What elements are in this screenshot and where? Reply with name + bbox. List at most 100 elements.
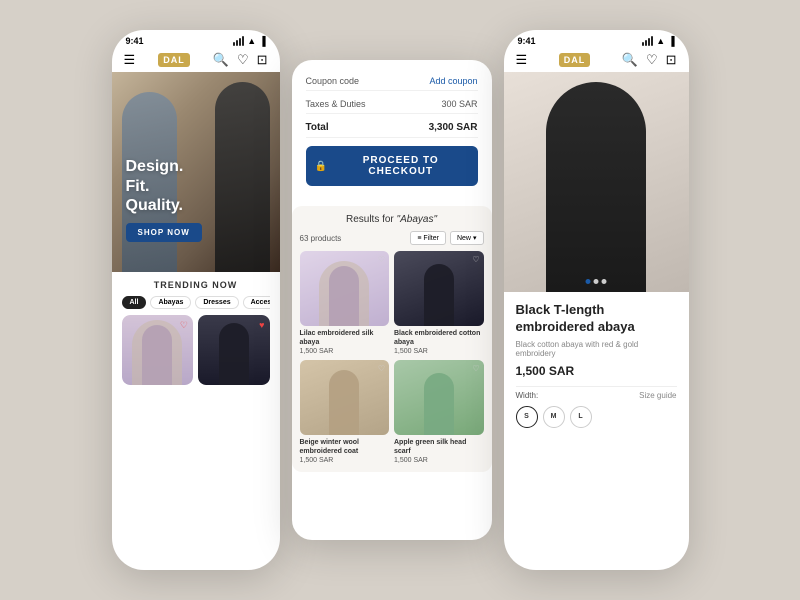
search-icon[interactable]: 🔍 [213,52,229,68]
cart-section: Coupon code Add coupon Taxes & Duties 30… [292,60,492,198]
proceed-label: PROCEED TO CHECKOUT [333,155,469,177]
scene: 9:41 ▲ ▐ ☰ DAL 🔍 ♡ ⊡ [92,10,709,590]
sort-button[interactable]: New ▾ [450,231,484,245]
dot-3[interactable] [602,279,607,284]
results-meta: 63 products ≡ Filter New ▾ [300,231,484,245]
figure-2 [424,264,454,326]
hero-image: Design. Fit. Quality. SHOP NOW [112,72,280,272]
image-dots [586,279,607,284]
product-name-2: Black embroidered cotton abaya [394,329,484,347]
filter-button[interactable]: ≡ Filter [410,231,446,245]
total-label: Total [306,122,329,133]
pill-abayas[interactable]: Abayas [150,296,191,309]
dot-2[interactable] [594,279,599,284]
figure-black [219,323,249,385]
trend-card-1[interactable]: ♡ [122,315,194,385]
nav-bar-right: ☰ DAL 🔍 ♡ ⊡ [504,48,689,72]
figure-4 [424,373,454,435]
signal-icon [233,36,244,46]
product-detail-name: Black T-length embroidered abaya [516,302,677,336]
nav-icons-right: 🔍 ♡ ⊡ [622,52,677,68]
product-card-4[interactable]: ♡ Apple green silk head scarf 1,500 SAR [394,360,484,464]
taxes-label: Taxes & Duties [306,99,366,109]
filter-pills: All Abayas Dresses Accessories [122,296,270,309]
product-card-2[interactable]: ♡ Black embroidered cotton abaya 1,500 S… [394,251,484,355]
product-price-4: 1,500 SAR [394,457,484,464]
product-detail-desc: Black cotton abaya with red & gold embro… [516,340,677,358]
divider [516,386,677,387]
battery-icon: ▐ [259,36,265,46]
filter-icon: ≡ [417,235,421,242]
taxes-value: 300 SAR [441,99,477,109]
nav-icons-left: 🔍 ♡ ⊡ [213,52,268,68]
logo-left[interactable]: DAL [158,53,190,67]
status-icons-left: ▲ ▐ [233,36,265,46]
product-card-1[interactable]: ♡ Lilac embroidered silk abaya 1,500 SAR [300,251,390,355]
trending-title: TRENDING NOW [122,280,270,290]
time-left: 9:41 [126,36,144,46]
product-img-4: ♡ [394,360,484,435]
trend-card-2[interactable]: ♥ [198,315,270,385]
taxes-row: Taxes & Duties 300 SAR [306,95,478,114]
lock-icon: 🔒 [315,161,328,172]
size-s-button[interactable]: S [516,406,538,428]
phone-left: 9:41 ▲ ▐ ☰ DAL 🔍 ♡ ⊡ [112,30,280,570]
wifi-icon-right: ▲ [656,36,665,46]
product-detail-price: 1,500 SAR [516,364,677,378]
add-coupon-link[interactable]: Add coupon [429,76,477,86]
product-hero-image [504,72,689,292]
proceed-checkout-button[interactable]: 🔒 PROCEED TO CHECKOUT [306,146,478,186]
size-m-button[interactable]: M [543,406,565,428]
status-icons-right: ▲ ▐ [642,36,674,46]
size-row: Width: Size guide [516,391,677,400]
bag-icon[interactable]: ⊡ [257,52,268,68]
results-title: Results for "Abayas" [300,214,484,225]
product-card-3[interactable]: ♡ Beige winter wool embroidered coat 1,5… [300,360,390,464]
trending-section: TRENDING NOW All Abayas Dresses Accessor… [112,272,280,393]
pill-accessories[interactable]: Accessories [243,296,270,309]
size-options: S M L [516,406,677,428]
product-name-4: Apple green silk head scarf [394,438,484,456]
pill-dresses[interactable]: Dresses [195,296,238,309]
hero-headline: Design. Fit. Quality. [126,157,202,215]
phone-right: 9:41 ▲ ▐ ☰ DAL 🔍 ♡ ⊡ [504,30,689,570]
search-results-section: Results for "Abayas" 63 products ≡ Filte… [292,206,492,472]
figure-lilac [142,325,172,385]
product-name-3: Beige winter wool embroidered coat [300,438,390,456]
product-img-3: ♡ [300,360,390,435]
heart-icon-2[interactable]: ♥ [259,320,264,330]
battery-icon-right: ▐ [668,36,674,46]
pill-all[interactable]: All [122,296,147,309]
search-query: "Abayas" [397,214,437,225]
wishlist-icon-1[interactable]: ♡ [378,255,385,264]
wishlist-icon[interactable]: ♡ [237,52,249,68]
heart-icon-1[interactable]: ♡ [180,320,188,331]
size-guide-link[interactable]: Size guide [639,391,676,400]
product-price-2: 1,500 SAR [394,348,484,355]
status-bar-left: 9:41 ▲ ▐ [112,30,280,48]
wishlist-icon-2[interactable]: ♡ [472,255,479,264]
product-figure [546,82,646,292]
wishlist-icon-right[interactable]: ♡ [646,52,658,68]
nav-bar-left: ☰ DAL 🔍 ♡ ⊡ [112,48,280,72]
size-l-button[interactable]: L [570,406,592,428]
product-img-2: ♡ [394,251,484,326]
figure-3 [329,370,359,435]
figure-1 [329,266,359,326]
dot-1[interactable] [586,279,591,284]
menu-icon-right[interactable]: ☰ [516,52,528,68]
search-icon-right[interactable]: 🔍 [622,52,638,68]
product-price-3: 1,500 SAR [300,457,390,464]
total-value: 3,300 SAR [429,122,478,133]
time-right: 9:41 [518,36,536,46]
status-bar-right: 9:41 ▲ ▐ [504,30,689,48]
shop-now-button[interactable]: SHOP NOW [126,223,202,242]
product-grid: ♡ Lilac embroidered silk abaya 1,500 SAR… [300,251,484,464]
bag-icon-right[interactable]: ⊡ [666,52,677,68]
logo-right[interactable]: DAL [559,53,591,67]
wishlist-icon-4[interactable]: ♡ [472,364,479,373]
product-name-1: Lilac embroidered silk abaya [300,329,390,347]
coupon-row: Coupon code Add coupon [306,72,478,91]
menu-icon[interactable]: ☰ [124,52,136,68]
wishlist-icon-3[interactable]: ♡ [378,364,385,373]
